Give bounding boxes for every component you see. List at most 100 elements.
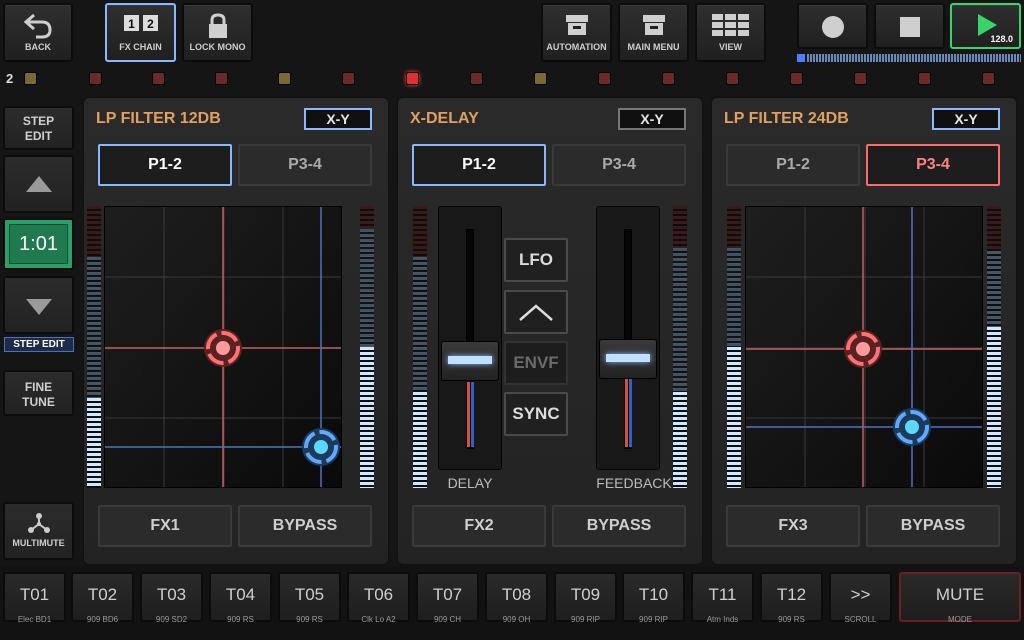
- track-name: T09: [570, 585, 601, 604]
- track-button-t12[interactable]: T12 909 RS: [760, 572, 823, 624]
- fx1-bypass-button[interactable]: BYPASS: [238, 505, 372, 547]
- fx3-tab-p3-4[interactable]: P3-4: [866, 144, 1000, 186]
- delay-label: DELAY: [447, 475, 493, 491]
- svg-text:2: 2: [147, 17, 154, 31]
- fx2-bypass-button[interactable]: BYPASS: [552, 505, 686, 547]
- fx1-tab-p1-2[interactable]: P1-2: [98, 144, 232, 186]
- grid-view-icon: [697, 13, 764, 37]
- track-led[interactable]: [342, 72, 355, 85]
- fx3-xy-pad[interactable]: [745, 206, 983, 488]
- track-sample: 909 RIP: [639, 615, 668, 624]
- feedback-fader-handle[interactable]: [599, 339, 657, 379]
- track-button-t09[interactable]: T09 909 RIP: [554, 572, 617, 624]
- fx-chain-button[interactable]: 1 2 FX CHAIN: [105, 3, 176, 62]
- fx3-bypass-button[interactable]: BYPASS: [866, 505, 1000, 547]
- lock-icon: [184, 13, 251, 39]
- fx3-xy-mode[interactable]: X-Y: [932, 108, 1000, 130]
- track-led[interactable]: [982, 72, 995, 85]
- scroll-tracks-button[interactable]: >> SCROLL: [829, 572, 892, 624]
- track-led-row: 2: [0, 66, 1024, 92]
- track-button-t11[interactable]: T11 Atm Inds: [691, 572, 754, 624]
- fx3-tab-p1-2[interactable]: P1-2: [726, 144, 860, 186]
- track-led[interactable]: [854, 72, 867, 85]
- main-menu-button[interactable]: MAIN MENU: [618, 3, 689, 62]
- fx1-select-button[interactable]: FX1: [98, 505, 232, 547]
- fine-tune-button[interactable]: FINE TUNE: [3, 370, 74, 416]
- fx2-tab-p1-2[interactable]: P1-2: [412, 144, 546, 186]
- step-up-button[interactable]: [3, 155, 74, 213]
- track-sample: 909 RS: [296, 615, 323, 624]
- record-button[interactable]: [797, 3, 868, 49]
- track-name: T03: [156, 585, 187, 604]
- stop-button[interactable]: [874, 3, 945, 49]
- track-name: T01: [19, 585, 50, 604]
- fx3-red-handle[interactable]: [844, 330, 882, 368]
- track-led[interactable]: [534, 72, 547, 85]
- fx3-select-button[interactable]: FX3: [726, 505, 860, 547]
- view-button[interactable]: VIEW: [695, 3, 766, 62]
- fx-chain-icon: 1 2: [107, 13, 174, 33]
- fx2-select-button[interactable]: FX2: [412, 505, 546, 547]
- sync-button[interactable]: SYNC: [504, 392, 568, 436]
- fx1-xy-mode[interactable]: X-Y: [304, 108, 372, 130]
- delay-fader[interactable]: [438, 206, 502, 470]
- feedback-fader[interactable]: [596, 206, 660, 470]
- fx1-xy-pad[interactable]: [104, 206, 342, 488]
- track-sample: Atm Inds: [706, 615, 739, 624]
- fx2-xy-mode[interactable]: X-Y: [618, 108, 686, 130]
- archive-box-icon: [543, 13, 610, 37]
- track-led[interactable]: [470, 72, 483, 85]
- pattern-number: 2: [6, 71, 14, 86]
- track-led[interactable]: [726, 72, 739, 85]
- track-sample: 909 OH: [502, 615, 531, 624]
- fx-panel-3: LP FILTER 24DB X-Y P1-2 P3-4 FX3 BYPASS: [711, 97, 1017, 565]
- lfo-button[interactable]: LFO: [504, 238, 568, 282]
- track-button-t10[interactable]: T10 909 RIP: [622, 572, 685, 624]
- envf-button[interactable]: ENVF: [504, 341, 568, 385]
- track-led[interactable]: [406, 72, 419, 85]
- track-button-t04[interactable]: T04 909 RS: [209, 572, 272, 624]
- step-edit-label: STEP EDIT: [4, 337, 74, 352]
- track-name: T10: [638, 585, 669, 604]
- fx3-blue-handle[interactable]: [893, 408, 931, 446]
- back-label: BACK: [25, 42, 51, 52]
- fx2-output-meter: [673, 206, 687, 488]
- lock-mono-button[interactable]: LOCK MONO: [182, 3, 253, 62]
- archive-box-icon: [620, 13, 687, 37]
- multimute-button[interactable]: MULTIMUTE: [3, 502, 74, 560]
- track-button-t05[interactable]: T05 909 RS: [278, 572, 341, 624]
- delay-fader-handle[interactable]: [441, 341, 499, 381]
- step-edit-toggle[interactable]: STEP EDIT: [3, 106, 74, 150]
- step-down-button[interactable]: [3, 276, 74, 334]
- track-button-t02[interactable]: T02 909 BD6: [71, 572, 134, 624]
- track-led[interactable]: [152, 72, 165, 85]
- multimute-nodes-icon: [27, 513, 50, 533]
- track-led[interactable]: [215, 72, 228, 85]
- stop-icon: [899, 17, 920, 37]
- track-led[interactable]: [278, 72, 291, 85]
- track-led[interactable]: [918, 72, 931, 85]
- tempo-readout: 128.0: [990, 34, 1013, 44]
- track-button-t03[interactable]: T03 909 SD2: [140, 572, 203, 624]
- envelope-shape-button[interactable]: [504, 290, 568, 334]
- back-button[interactable]: BACK: [3, 3, 73, 62]
- back-arrow-icon: [5, 13, 71, 39]
- track-led[interactable]: [790, 72, 803, 85]
- track-led[interactable]: [662, 72, 675, 85]
- track-button-t07[interactable]: T07 909 CH: [416, 572, 479, 624]
- automation-label: AUTOMATION: [546, 42, 607, 52]
- fx1-blue-handle[interactable]: [302, 428, 340, 466]
- track-button-t08[interactable]: T08 909 OH: [485, 572, 548, 624]
- fx2-input-meter: [413, 206, 427, 488]
- track-button-t01[interactable]: T01 Elec BD1: [3, 572, 66, 624]
- play-button[interactable]: 128.0: [950, 3, 1021, 49]
- track-led[interactable]: [598, 72, 611, 85]
- automation-button[interactable]: AUTOMATION: [541, 3, 612, 62]
- fx1-red-handle[interactable]: [204, 329, 242, 367]
- mute-mode-button[interactable]: MUTE MODE: [899, 572, 1021, 624]
- track-led[interactable]: [89, 72, 102, 85]
- track-button-t06[interactable]: T06 Clk Lo A2: [347, 572, 410, 624]
- fx2-tab-p3-4[interactable]: P3-4: [552, 144, 686, 186]
- fx1-tab-p3-4[interactable]: P3-4: [238, 144, 372, 186]
- track-led[interactable]: [24, 72, 37, 85]
